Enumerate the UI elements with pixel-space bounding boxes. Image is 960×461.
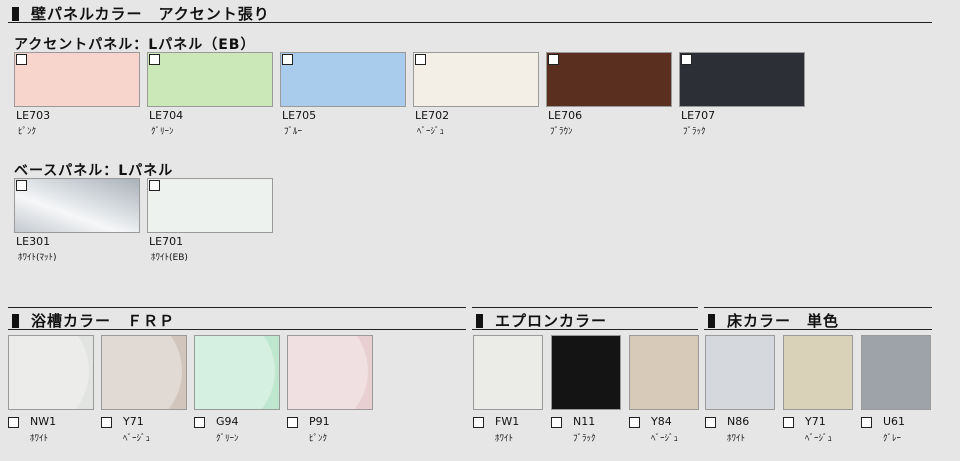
swatch-code: LE703 [16, 109, 51, 122]
swatch-code: N86 [727, 415, 750, 428]
swatch-code: G94 [216, 415, 239, 428]
wall-panel-section-title: 壁パネルカラー アクセント張り [12, 3, 270, 24]
swatch-color-name: ﾍﾞｰｼﾞｭ [651, 434, 679, 444]
select-checkbox[interactable] [287, 417, 298, 428]
select-checkbox[interactable] [415, 54, 426, 65]
section-marker-icon [12, 7, 19, 21]
select-checkbox[interactable] [282, 54, 293, 65]
color-swatch[interactable] [551, 335, 621, 410]
swatch-code: LE701 [149, 235, 184, 248]
apron-title-text: エプロンカラー [495, 312, 608, 330]
color-swatch[interactable] [546, 52, 672, 107]
tub-section-title: 浴槽カラー ＦＲＰ [12, 310, 175, 331]
color-swatch[interactable] [413, 52, 539, 107]
select-checkbox[interactable] [548, 54, 559, 65]
section-marker-icon [12, 314, 19, 328]
swatch-color-name: ﾌﾞﾗｳﾝ [550, 127, 573, 137]
select-checkbox[interactable] [8, 417, 19, 428]
swatch-color-name: ﾌﾞﾙｰ [284, 127, 303, 137]
color-swatch[interactable] [8, 335, 94, 410]
section-marker-icon [708, 314, 715, 328]
select-checkbox[interactable] [681, 54, 692, 65]
select-checkbox[interactable] [149, 180, 160, 191]
swatch-color-name: ﾍﾞｰｼﾞｭ [417, 127, 445, 137]
select-checkbox[interactable] [551, 417, 562, 428]
swatch-code: P91 [309, 415, 330, 428]
swatch-color-name: ｸﾞﾘｰﾝ [151, 127, 174, 137]
divider [8, 22, 932, 23]
swatch-color-name: ﾍﾞｰｼﾞｭ [805, 434, 833, 444]
swatch-code: LE707 [681, 109, 716, 122]
apron-section-title: エプロンカラー [476, 310, 607, 331]
base-panel-label: ベースパネル：Lパネル [14, 163, 174, 179]
divider [704, 307, 932, 308]
divider [472, 329, 698, 330]
section-marker-icon [476, 314, 483, 328]
swatch-color-name: ﾎﾜｲﾄ [495, 434, 514, 444]
swatch-color-name: ﾎﾜｲﾄ(ﾏｯﾄ) [18, 253, 57, 263]
divider [8, 307, 466, 308]
color-swatch[interactable] [147, 178, 273, 233]
color-swatch[interactable] [679, 52, 805, 107]
swatch-code: Y71 [123, 415, 144, 428]
select-checkbox[interactable] [473, 417, 484, 428]
tub-curve-highlight [9, 336, 89, 409]
color-swatch[interactable] [473, 335, 543, 410]
color-swatch[interactable] [280, 52, 406, 107]
wall-title-text: 壁パネルカラー アクセント張り [31, 5, 270, 23]
divider [472, 307, 698, 308]
color-swatch[interactable] [629, 335, 699, 410]
color-swatch[interactable] [287, 335, 373, 410]
swatch-code: Y71 [805, 415, 826, 428]
select-checkbox[interactable] [861, 417, 872, 428]
swatch-code: LE301 [16, 235, 51, 248]
swatch-code: Y84 [651, 415, 672, 428]
floor-section-title: 床カラー 単色 [708, 310, 839, 331]
color-swatch[interactable] [14, 178, 140, 233]
floor-title-text: 床カラー 単色 [727, 312, 840, 330]
swatch-color-name: ﾎﾜｲﾄ(EB) [151, 253, 188, 263]
swatch-code: N11 [573, 415, 596, 428]
swatch-color-name: ﾎﾜｲﾄ [30, 434, 49, 444]
color-swatch[interactable] [194, 335, 280, 410]
divider [704, 329, 932, 330]
swatch-code: NW1 [30, 415, 57, 428]
swatch-color-name: ｸﾞﾚｰ [883, 434, 902, 444]
select-checkbox[interactable] [705, 417, 716, 428]
select-checkbox[interactable] [149, 54, 160, 65]
swatch-code: LE702 [415, 109, 450, 122]
divider [8, 329, 466, 330]
color-swatch[interactable] [705, 335, 775, 410]
color-swatch[interactable] [783, 335, 853, 410]
tub-title-text: 浴槽カラー ＦＲＰ [31, 312, 176, 330]
tub-curve-highlight [195, 336, 275, 409]
select-checkbox[interactable] [101, 417, 112, 428]
swatch-color-name: ﾋﾟﾝｸ [309, 434, 328, 444]
color-swatch[interactable] [147, 52, 273, 107]
select-checkbox[interactable] [16, 180, 27, 191]
swatch-color-name: ﾌﾞﾗｯｸ [573, 434, 596, 444]
color-swatch[interactable] [101, 335, 187, 410]
swatch-color-name: ﾎﾜｲﾄ [727, 434, 746, 444]
swatch-code: FW1 [495, 415, 520, 428]
swatch-color-name: ﾌﾞﾗｯｸ [683, 127, 706, 137]
swatch-code: LE706 [548, 109, 583, 122]
color-swatch[interactable] [861, 335, 931, 410]
select-checkbox[interactable] [16, 54, 27, 65]
tub-curve-highlight [288, 336, 368, 409]
swatch-code: LE704 [149, 109, 184, 122]
swatch-code: U61 [883, 415, 906, 428]
swatch-color-name: ｸﾞﾘｰﾝ [216, 434, 239, 444]
tub-curve-highlight [102, 336, 182, 409]
select-checkbox[interactable] [783, 417, 794, 428]
select-checkbox[interactable] [629, 417, 640, 428]
color-swatch[interactable] [14, 52, 140, 107]
swatch-color-name: ﾋﾟﾝｸ [18, 127, 37, 137]
select-checkbox[interactable] [194, 417, 205, 428]
accent-panel-label: アクセントパネル：Lパネル（EB） [14, 37, 256, 53]
swatch-color-name: ﾍﾞｰｼﾞｭ [123, 434, 151, 444]
swatch-code: LE705 [282, 109, 317, 122]
